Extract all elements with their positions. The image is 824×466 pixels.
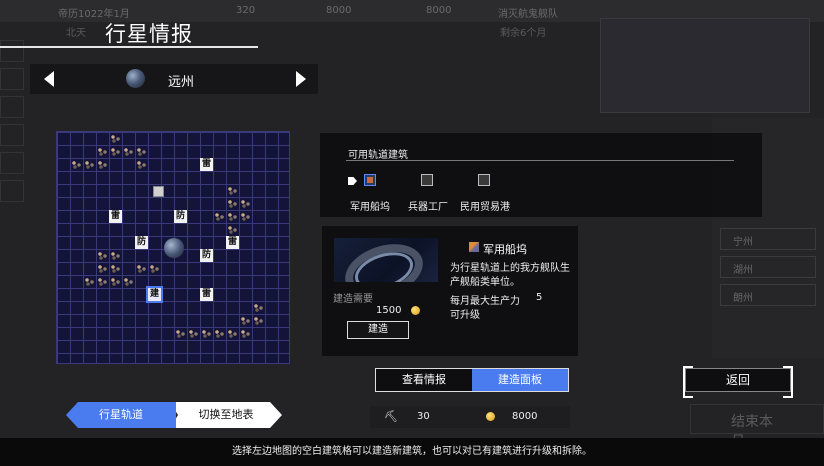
shipyard-small-icon	[469, 242, 479, 252]
bg-mission: 消灭航鬼舰队	[498, 9, 558, 20]
detail-title: 军用船坞	[483, 243, 527, 256]
coin-icon	[411, 306, 420, 315]
bg-side-item: 宁州	[720, 228, 816, 250]
orbit-building-slot[interactable]: 防	[174, 210, 187, 223]
asteroid-icon	[84, 277, 95, 286]
asteroid-icon	[240, 212, 251, 221]
tab-build-panel[interactable]: 建造面板	[472, 369, 568, 391]
asteroid-icon	[71, 160, 82, 169]
cost-value: 1500	[376, 305, 402, 316]
asteroid-icon	[201, 329, 212, 338]
building-option-shipyard[interactable]: 军用船坞	[350, 198, 390, 213]
center-planet-icon	[164, 238, 184, 258]
asteroid-icon	[110, 134, 121, 143]
asteroid-icon	[253, 316, 264, 325]
panel-divider	[346, 160, 734, 161]
planet-name: 远州	[168, 75, 195, 90]
orbit-building-slot[interactable]: 防	[200, 249, 213, 262]
orbit-building-slot[interactable]: 防	[135, 236, 148, 249]
prev-planet-button[interactable]	[44, 71, 54, 87]
available-buildings-panel: 可用轨道建筑 军用船坞 兵器工厂 民用贸易港	[320, 133, 762, 217]
asteroid-icon	[84, 160, 95, 169]
building-detail-card: 军用船坞 为行星轨道上的我方舰队生产舰船类单位。 每月最大生产力 5 可升级 建…	[322, 226, 578, 356]
asteroid-icon	[136, 147, 147, 156]
tools-icon: ⛏	[384, 410, 398, 423]
title-block: 行星情报	[0, 12, 258, 50]
build-button[interactable]: 建造	[347, 321, 409, 339]
orbit-building-slot[interactable]: 雷	[109, 210, 122, 223]
asteroid-icon	[227, 199, 238, 208]
asteroid-icon	[240, 329, 251, 338]
page-title: 行星情报	[105, 22, 193, 46]
planet-icon	[126, 69, 145, 88]
bg-res3: 8000	[426, 5, 452, 16]
asteroid-icon	[227, 186, 238, 195]
next-planet-button[interactable]	[296, 71, 306, 87]
asteroid-icon	[110, 251, 121, 260]
orbit-grid[interactable]: 雷雷防防雷防建雷	[56, 131, 290, 364]
money-icon	[486, 412, 495, 421]
asteroid-icon	[214, 329, 225, 338]
resource-bar: ⛏ 30 8000	[370, 406, 570, 428]
planet-selector: 远州	[30, 64, 318, 94]
view-tabs: 查看情报 建造面板	[375, 368, 569, 392]
orbit-building-slot[interactable]: 雷	[226, 236, 239, 249]
asteroid-icon	[175, 329, 186, 338]
asteroid-icon	[97, 264, 108, 273]
background-minimap	[600, 18, 810, 113]
asteroid-icon	[240, 316, 251, 325]
bg-res2: 8000	[326, 5, 352, 16]
asteroid-icon	[188, 329, 199, 338]
selection-pointer-icon	[348, 177, 357, 185]
stat-label: 每月最大生产力	[450, 296, 520, 307]
back-button[interactable]: 返回	[683, 366, 793, 398]
asteroid-icon	[97, 251, 108, 260]
asteroid-icon	[227, 329, 238, 338]
asteroid-icon	[149, 264, 160, 273]
money-value: 8000	[512, 411, 538, 422]
orbit-mode-button[interactable]: 行星轨道	[66, 402, 176, 428]
bg-mission-sub: 剩余6个月	[500, 28, 547, 39]
orbit-building-slot[interactable]: 建	[146, 286, 163, 303]
bg-side-item: 湖州	[720, 256, 816, 278]
background-end-turn: 结束本月	[690, 404, 824, 450]
building-option-factory[interactable]: 兵器工厂	[408, 198, 448, 213]
asteroid-icon	[240, 199, 251, 208]
asteroid-icon	[227, 212, 238, 221]
title-underline	[0, 46, 258, 48]
upgrade-note: 可升级	[450, 310, 480, 321]
small-building-icon[interactable]	[153, 186, 164, 197]
asteroid-icon	[227, 225, 238, 234]
asteroid-icon	[214, 212, 225, 221]
tab-view-intel[interactable]: 查看情报	[376, 369, 472, 391]
background-left-icons	[0, 40, 26, 240]
bg-side-item: 朗州	[720, 284, 816, 306]
switch-to-surface-button[interactable]: 切换至地表	[170, 402, 282, 428]
orbit-building-slot[interactable]: 雷	[200, 288, 213, 301]
tools-value: 30	[417, 411, 430, 422]
cost-label: 建造需要	[333, 294, 373, 305]
asteroid-icon	[123, 147, 134, 156]
shipyard-image	[334, 238, 438, 282]
asteroid-icon	[97, 160, 108, 169]
asteroid-icon	[97, 277, 108, 286]
panel-header: 可用轨道建筑	[348, 150, 408, 161]
hint-bar: 选择左边地图的空白建筑格可以建造新建筑，也可以对已有建筑进行升级和拆除。	[0, 438, 824, 466]
asteroid-icon	[136, 160, 147, 169]
asteroid-icon	[110, 264, 121, 273]
stat-value: 5	[536, 292, 543, 303]
asteroid-icon	[123, 277, 134, 286]
asteroid-icon	[97, 147, 108, 156]
trade-port-icon[interactable]	[478, 174, 490, 186]
detail-description: 为行星轨道上的我方舰队生产舰船类单位。	[450, 263, 570, 288]
shipyard-icon[interactable]	[364, 174, 376, 186]
asteroid-icon	[110, 147, 121, 156]
asteroid-icon	[136, 264, 147, 273]
weapons-factory-icon[interactable]	[421, 174, 433, 186]
asteroid-icon	[253, 303, 264, 312]
asteroid-icon	[110, 277, 121, 286]
building-option-trade-port[interactable]: 民用贸易港	[460, 198, 510, 213]
orbit-building-slot[interactable]: 雷	[200, 158, 213, 171]
